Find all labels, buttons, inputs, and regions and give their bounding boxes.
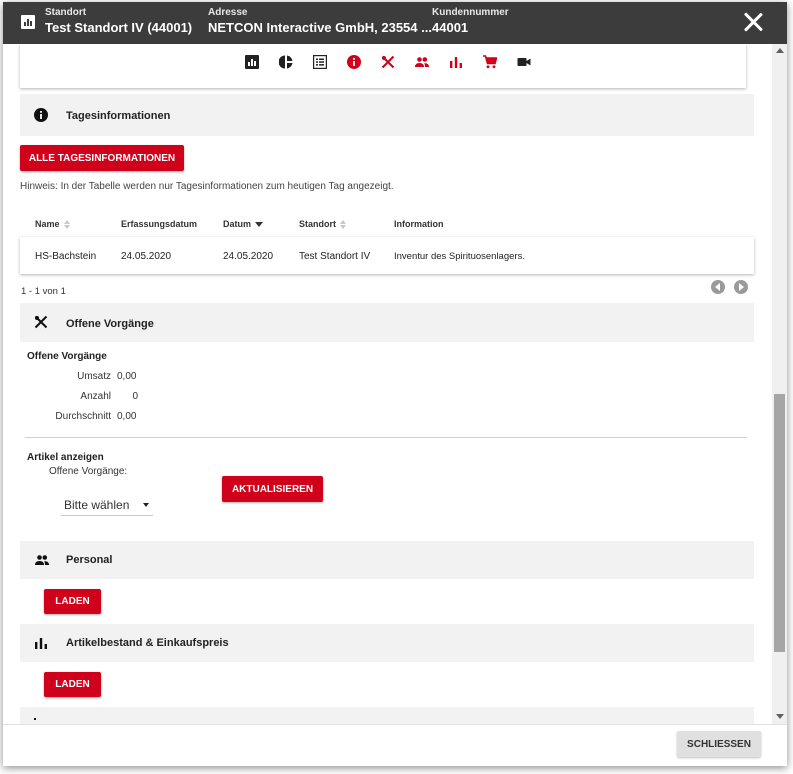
stat-value-durchschnitt: 0,00 [117,411,137,422]
section-icon-bar [3,52,771,74]
close-icon[interactable] [741,10,765,34]
section-offene-vorgaenge[interactable]: Offene Vorgänge [20,303,754,342]
aktualisieren-button[interactable]: AKTUALISIEREN [222,476,323,502]
offene-vorgaenge-select[interactable]: Bitte wählen [61,494,153,516]
standort-value: Test Standort IV (44001) [45,20,193,35]
section-title: Tagesinformationen [66,110,171,122]
schliessen-button[interactable]: SCHLIESSEN [677,731,761,757]
select-value: Bitte wählen [64,498,130,512]
prev-page-icon[interactable] [711,280,725,294]
sort-icon [340,220,346,230]
location-dialog: Standort Test Standort IV (44001) Adress… [3,2,787,766]
people-icon[interactable] [415,55,429,69]
artikelbestand-laden-button[interactable]: LADEN [44,672,101,697]
vorgaenge-subtitle: Offene Vorgänge [27,351,107,362]
people-icon [35,555,49,565]
adresse-value: NETCON Interactive GmbH, 23554 ... [208,20,432,35]
section-title: Personal [66,554,113,566]
kundennummer-caption: Kundennummer [432,7,509,18]
scrollbar[interactable] [772,44,787,724]
standort-caption: Standort [45,7,87,18]
pie-chart-icon[interactable] [279,55,293,69]
section-tagesinformationen[interactable]: Tagesinformationen [20,94,754,136]
cell-erfassungsdatum: 24.05.2020 [121,251,172,262]
list-icon[interactable] [313,55,327,69]
dialog-content[interactable]: Tagesinformationen ALLE TAGESINFORMATION… [3,44,771,724]
header-adresse: Adresse NETCON Interactive GmbH, 23554 .… [208,7,432,36]
scroll-down-icon[interactable] [776,714,784,719]
header-standort: Standort Test Standort IV (44001) [45,7,192,36]
section-next-partial [20,707,754,724]
chevron-down-icon [143,503,149,507]
all-tagesinformationen-button[interactable]: ALLE TAGESINFORMATIONEN [20,145,184,171]
pagination-info: 1 - 1 von 1 [21,286,66,297]
section-title: Artikelbestand & Einkaufspreis [66,637,229,649]
stat-label-durchschnitt: Durchschnitt [55,411,111,422]
section-personal[interactable]: Personal [20,541,754,579]
kundennummer-value: 44001 [432,20,469,35]
table-hint: Hinweis: In der Tabelle werden nur Tages… [20,181,394,192]
column-header-standort[interactable]: Standort [299,219,346,230]
stat-value-umsatz: 0,00 [117,371,137,382]
cell-datum: 24.05.2020 [223,251,274,262]
cell-information: Inventur des Spirituosenlagers. [394,251,525,262]
partial-icon [34,718,36,720]
scrollbar-thumb[interactable] [774,394,785,652]
stat-label-anzahl: Anzahl [80,391,111,402]
adresse-caption: Adresse [208,7,248,18]
header-kundennummer: Kundennummer 44001 [432,7,509,36]
stat-value-anzahl: 0 [132,391,138,402]
column-header-erfassungsdatum[interactable]: Erfassungsdatum [121,219,197,229]
dialog-header: Standort Test Standort IV (44001) Adress… [3,2,787,44]
report-icon [21,15,35,29]
column-header-name[interactable]: Name [35,219,70,230]
report-icon[interactable] [245,55,259,69]
cell-name: HS-Bachstein [35,251,97,262]
cart-icon[interactable] [483,55,497,69]
video-icon[interactable] [517,55,531,69]
info-icon [34,108,48,122]
artikel-title: Artikel anzeigen [27,452,104,463]
stat-label-umsatz: Umsatz [77,371,111,382]
next-page-icon[interactable] [734,280,748,294]
dialog-footer: SCHLIESSEN [3,724,787,766]
section-title: Offene Vorgänge [66,318,154,330]
cell-standort: Test Standort IV [299,251,371,262]
sort-icon [63,220,70,230]
personal-laden-button[interactable]: LADEN [44,589,101,614]
section-artikelbestand[interactable]: Artikelbestand & Einkaufspreis [20,624,754,662]
sort-desc-icon [255,222,264,228]
bar-chart-icon [35,638,47,649]
column-header-information[interactable]: Information [394,219,444,229]
column-header-datum[interactable]: Datum [223,219,264,229]
artikel-label: Offene Vorgänge: [49,466,128,477]
table-row[interactable]: HS-Bachstein 24.05.2020 24.05.2020 Test … [20,237,754,274]
scroll-up-icon[interactable] [776,48,784,53]
bar-chart-icon[interactable] [449,55,463,69]
cutlery-icon [34,315,48,329]
divider [25,437,747,438]
info-icon[interactable] [347,55,361,69]
cutlery-icon[interactable] [381,55,395,69]
